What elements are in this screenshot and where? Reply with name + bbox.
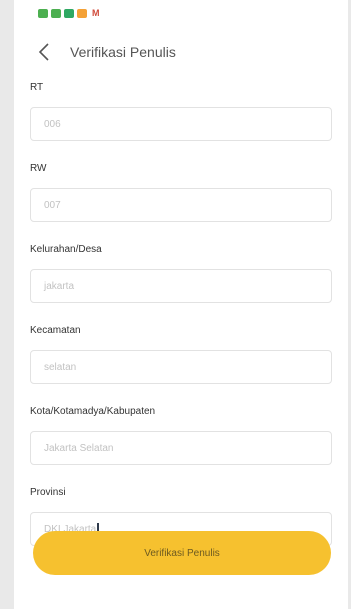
field-rw: RW 007 — [30, 163, 336, 222]
chevron-left-icon — [38, 43, 49, 61]
field-value: 006 — [44, 118, 61, 130]
field-label: Kelurahan/Desa — [30, 244, 102, 255]
whatsapp-icon — [51, 8, 61, 18]
back-button[interactable] — [22, 30, 66, 74]
field-kecamatan: Kecamatan selatan — [30, 325, 336, 384]
field-value: jakarta — [44, 280, 75, 292]
status-bar: M — [14, 0, 348, 26]
screen: M Verifikasi Penulis RT 006 RW 007 Kelur… — [14, 0, 348, 609]
chat-icon — [64, 8, 74, 18]
rw-input[interactable]: 007 — [30, 188, 332, 222]
whatsapp-icon — [38, 8, 48, 18]
shop-icon — [77, 8, 87, 18]
field-label: RW — [30, 163, 47, 174]
rt-input[interactable]: 006 — [30, 107, 332, 141]
submit-button[interactable]: Verifikasi Penulis — [33, 531, 331, 575]
address-form: RT 006 RW 007 Kelurahan/Desa jakarta Kec… — [14, 82, 348, 546]
field-label: Kota/Kotamadya/Kabupaten — [30, 406, 156, 417]
field-label: Kecamatan — [30, 325, 81, 336]
kelurahan-input[interactable]: jakarta — [30, 269, 332, 303]
kecamatan-input[interactable]: selatan — [30, 350, 332, 384]
field-value: Jakarta Selatan — [44, 442, 114, 454]
field-label: RT — [30, 82, 44, 93]
field-kota: Kota/Kotamadya/Kabupaten Jakarta Selatan — [30, 406, 336, 465]
gmail-icon: M — [92, 7, 100, 18]
app-bar: Verifikasi Penulis — [14, 26, 348, 78]
field-value: 007 — [44, 199, 61, 211]
field-label: Provinsi — [30, 487, 66, 498]
kota-input[interactable]: Jakarta Selatan — [30, 431, 332, 465]
field-rt: RT 006 — [30, 82, 336, 141]
page-title: Verifikasi Penulis — [70, 44, 176, 60]
field-kelurahan: Kelurahan/Desa jakarta — [30, 244, 336, 303]
field-value: selatan — [44, 361, 77, 373]
